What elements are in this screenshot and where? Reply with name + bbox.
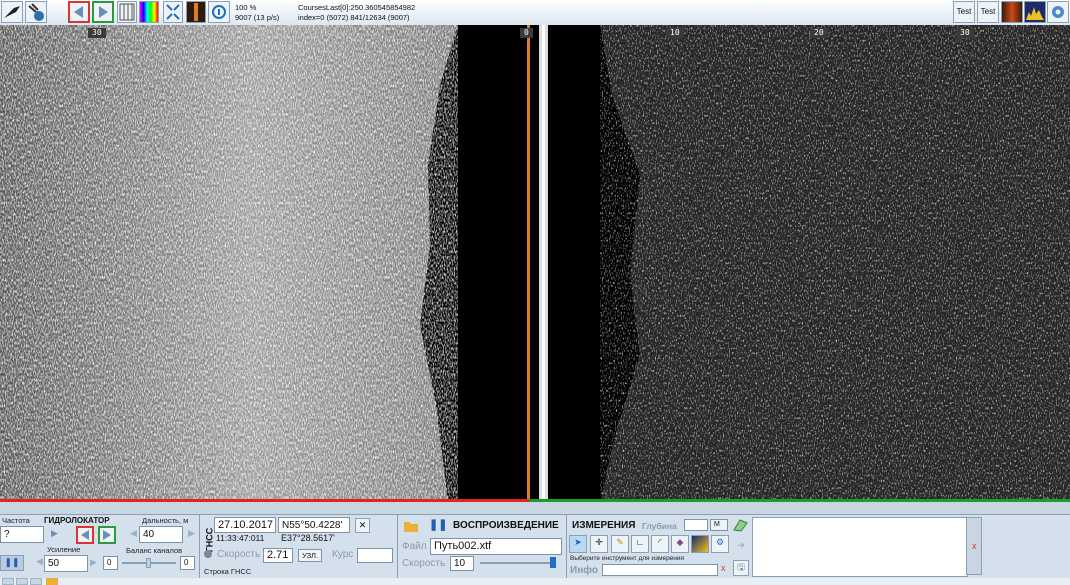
section-divider	[397, 515, 398, 579]
balance-slider[interactable]	[122, 558, 176, 568]
playback-speed-slider[interactable]	[480, 557, 556, 568]
playback-speed-value[interactable]: 10	[450, 556, 474, 571]
course-readout: CoursesLast[0]:250.360545854982	[298, 3, 416, 12]
section-divider	[566, 515, 567, 579]
index-readout: index=0 (5072) 841/12634 (9007)	[298, 13, 410, 22]
playback-file-label: Файл	[402, 541, 427, 552]
fit-screen-icon[interactable]	[163, 1, 183, 23]
ruler-tool-icon[interactable]: ✎	[611, 535, 629, 553]
info-label: Инфо	[570, 565, 598, 576]
satellite-settings-icon[interactable]: ✕	[355, 518, 370, 533]
arc-tool-icon[interactable]: ◜	[651, 535, 669, 553]
eraser-icon[interactable]	[732, 518, 748, 534]
range-increase-icon[interactable]: ▶	[184, 527, 199, 542]
gain-select[interactable]: 50	[44, 555, 88, 572]
test2-button[interactable]: Test 2	[953, 1, 975, 36]
gnss-course-value	[357, 548, 393, 563]
playback-section-title: ВОСПРОИЗВЕДЕНИЕ	[453, 520, 559, 531]
gnss-speed-label: Скорость	[217, 549, 261, 560]
export-arrow-icon[interactable]: ➜	[733, 539, 749, 553]
gnss-status-indicator	[204, 550, 212, 558]
satellite-globe-icon[interactable]	[25, 1, 47, 23]
settings-gear-icon[interactable]	[1047, 1, 1069, 23]
sonar-prev-button[interactable]	[76, 526, 94, 544]
gnss-longitude: E37°28.5617'	[281, 533, 335, 543]
angle-tool-icon[interactable]: ∟	[631, 535, 649, 553]
range-tick-right-20: 20	[810, 28, 828, 38]
grid-icon[interactable]	[117, 1, 137, 23]
frequency-label: Частота	[2, 516, 30, 525]
test1-button[interactable]: Test 1	[977, 1, 999, 36]
frequency-next-icon[interactable]: ▶	[47, 527, 62, 542]
gnss-latitude: N55°50.4228'	[278, 517, 350, 533]
depth-value	[684, 519, 708, 531]
ping-rate-readout: 9007 (13 p/s)	[235, 13, 280, 22]
open-folder-icon[interactable]	[403, 519, 419, 535]
section-divider	[199, 515, 200, 579]
range-tick-center-0: 0	[520, 28, 533, 38]
balance-right-value[interactable]: 0	[180, 556, 195, 570]
measure-settings-icon[interactable]: ⚙	[711, 535, 729, 553]
waterfall-icon[interactable]	[1001, 1, 1023, 23]
taskbar-strip	[0, 578, 1070, 585]
gnss-time: 11:33:47:011	[216, 533, 265, 543]
balance-left-value[interactable]: 0	[103, 556, 118, 570]
frequency-select[interactable]: ?	[0, 526, 44, 543]
playback-file-name[interactable]: Путь002.xtf	[430, 538, 562, 555]
gnss-speed-unit[interactable]: УЗЛ.	[298, 549, 322, 562]
playback-pause-icon[interactable]: ❚❚	[429, 518, 447, 531]
playback-speed-label: Скорость	[402, 558, 446, 569]
zoom-readout: 100 %	[235, 3, 257, 12]
sidescan-sonar-view[interactable]: 30 0 10 20 30	[0, 25, 1070, 502]
play-forward-button[interactable]	[92, 1, 114, 23]
horizontal-scrollbar[interactable]	[0, 502, 1070, 514]
range-tick-left-30: 30	[88, 28, 106, 38]
profile-tool-icon[interactable]	[691, 535, 709, 553]
crosshair-tool-icon[interactable]: ✛	[590, 535, 608, 553]
range-tick-right-30: 30	[956, 28, 974, 38]
measure-results-area	[752, 517, 968, 577]
range-label: Дальность, м	[142, 516, 189, 525]
sonar-section-title: ГИДРОЛОКАТОР	[44, 516, 110, 525]
gain-increase-icon[interactable]: ▶	[86, 556, 101, 571]
sonar-next-button[interactable]	[98, 526, 116, 544]
area-tool-icon[interactable]: ◆	[671, 535, 689, 553]
depth-label: Глубина	[642, 521, 677, 531]
measure-section-title: ИЗМЕРЕНИЯ	[572, 520, 636, 531]
pause-icon[interactable]: ❚❚	[0, 555, 24, 571]
magnifier-icon[interactable]	[208, 1, 230, 23]
top-toolbar: 100 % 9007 (13 p/s) CoursesLast[0]:250.3…	[0, 0, 1070, 36]
measure-hint: Выберите инструмент для измерения	[570, 555, 685, 562]
pointer-tool-icon[interactable]: ➤	[569, 535, 587, 553]
play-back-button[interactable]	[68, 1, 90, 23]
control-panel: Частота ГИДРОЛОКАТОР Дальность, м ? ▶ ◀ …	[0, 514, 1070, 579]
range-tick-right-10: 10	[666, 28, 684, 38]
depth-unit[interactable]: М	[710, 519, 728, 531]
range-select[interactable]: 40	[139, 526, 183, 543]
gain-label: Усиление	[47, 545, 81, 554]
palette-icon[interactable]	[139, 1, 159, 23]
save-icon[interactable]: 🖫	[733, 560, 749, 576]
nadir-line	[527, 25, 530, 502]
info-field	[602, 564, 718, 576]
balance-label: Баланс каналов	[126, 546, 183, 555]
spectrum-icon[interactable]	[1024, 1, 1046, 23]
sonar-image	[0, 25, 1070, 502]
gnss-speed-value: 2.71	[263, 548, 293, 563]
gnss-section-title: ГНСС	[204, 527, 215, 553]
sonar-preview-icon[interactable]	[186, 1, 206, 23]
gnss-course-label: Курс	[332, 549, 354, 560]
gnss-line-label: Строка ГНСС	[204, 567, 252, 576]
info-clear-icon[interactable]: x	[721, 563, 726, 573]
side-close-icon[interactable]: x	[972, 541, 977, 551]
sonar-fish-icon[interactable]	[1, 1, 23, 23]
gnss-date: 27.10.2017	[214, 517, 276, 533]
side-close-panel[interactable]: x	[966, 517, 982, 575]
